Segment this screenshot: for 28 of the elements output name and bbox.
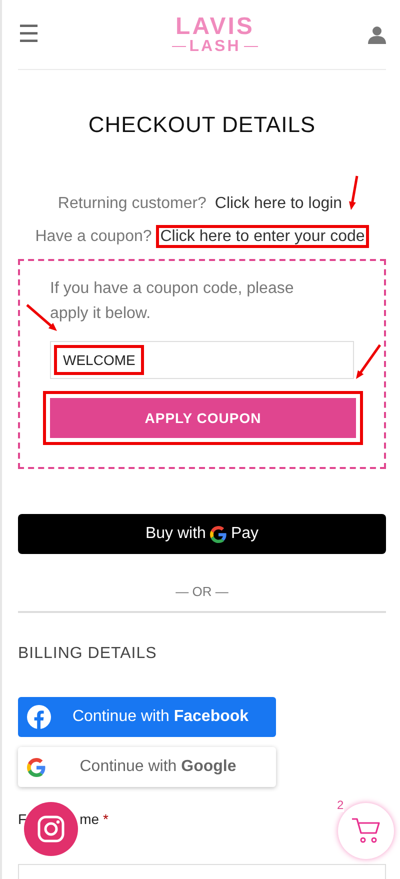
billing-heading: BILLING DETAILS bbox=[18, 645, 158, 663]
instagram-icon bbox=[37, 815, 65, 843]
notice-text: Returning customer? bbox=[58, 195, 208, 212]
google-icon bbox=[210, 526, 227, 542]
annotation-arrow bbox=[356, 344, 382, 379]
facebook-login-button[interactable]: Continue with Facebook bbox=[18, 697, 276, 737]
google-icon bbox=[27, 758, 46, 776]
notice-link[interactable]: Click here to login bbox=[210, 192, 346, 215]
coupon-instructions: If you have a coupon code, please apply it below. bbox=[50, 279, 295, 324]
apply-coupon-button[interactable]: APPLY COUPON bbox=[43, 391, 363, 445]
notice-text: Have a coupon? bbox=[35, 228, 153, 245]
coupon-field[interactable]: WELCOME bbox=[50, 341, 354, 379]
instagram-button[interactable] bbox=[24, 802, 78, 856]
cart-count: 2 bbox=[337, 798, 344, 812]
facebook-icon bbox=[27, 705, 51, 729]
first-name-field[interactable] bbox=[18, 864, 386, 879]
page-title: CHECKOUT DETAILS bbox=[87, 112, 317, 138]
required-mark: * bbox=[103, 811, 108, 829]
menu-button[interactable]: ☰ bbox=[18, 22, 40, 46]
cart-icon bbox=[351, 817, 381, 845]
google-pay-button[interactable]: Buy with Pay bbox=[18, 514, 386, 554]
notice-link[interactable]: Click here to enter your code bbox=[156, 225, 369, 248]
annotation-arrow bbox=[349, 176, 358, 210]
field-label: F bbox=[18, 811, 27, 829]
field-label: me bbox=[80, 811, 100, 829]
user-icon[interactable] bbox=[368, 26, 386, 44]
google-login-button[interactable]: Continue with Google bbox=[18, 747, 276, 787]
or-separator: — OR — bbox=[174, 584, 230, 599]
